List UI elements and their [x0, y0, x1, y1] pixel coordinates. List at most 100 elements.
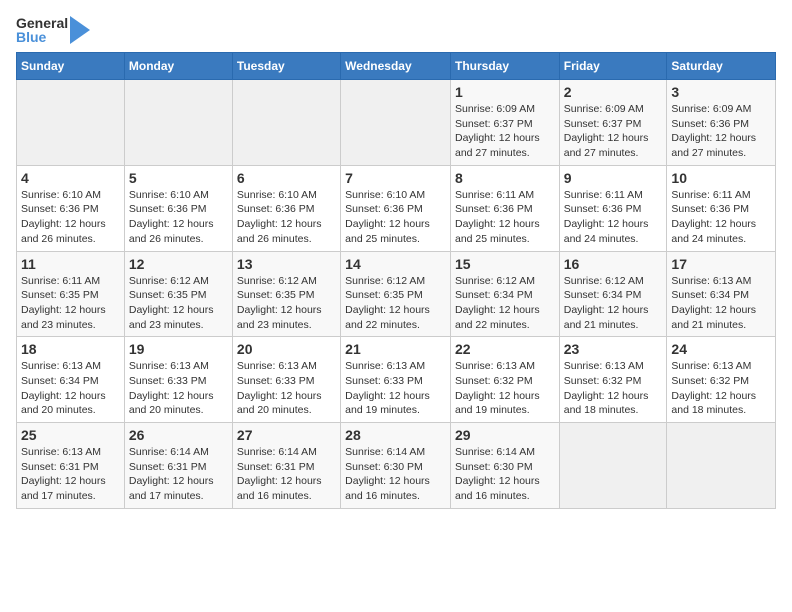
day-number: 7 — [345, 170, 446, 186]
day-info: Sunrise: 6:13 AM Sunset: 6:33 PM Dayligh… — [129, 359, 228, 418]
day-info: Sunrise: 6:11 AM Sunset: 6:36 PM Dayligh… — [455, 188, 555, 247]
day-info: Sunrise: 6:11 AM Sunset: 6:35 PM Dayligh… — [21, 274, 120, 333]
calendar-cell: 22Sunrise: 6:13 AM Sunset: 6:32 PM Dayli… — [450, 337, 559, 423]
calendar-cell: 28 Sunrise: 6:14 AM Sunset: 6:30 PM Dayli… — [341, 423, 451, 509]
calendar-cell: 23Sunrise: 6:13 AM Sunset: 6:32 PM Dayli… — [559, 337, 667, 423]
calendar-cell: 21 Sunrise: 6:13 AM Sunset: 6:33 PM Dayli… — [341, 337, 451, 423]
calendar-table: SundayMondayTuesdayWednesdayThursdayFrid… — [16, 52, 776, 509]
calendar-cell: 19 Sunrise: 6:13 AM Sunset: 6:33 PM Dayli… — [124, 337, 232, 423]
day-info: Sunrise: 6:10 AM Sunset: 6:36 PM Dayligh… — [237, 188, 336, 247]
day-header-wednesday: Wednesday — [341, 53, 451, 80]
day-number: 10 — [671, 170, 771, 186]
day-info: Sunrise: 6:09 AM Sunset: 6:37 PM Dayligh… — [455, 102, 555, 161]
calendar-cell: 8 Sunrise: 6:11 AM Sunset: 6:36 PM Daylig… — [450, 165, 559, 251]
calendar-cell: 4 Sunrise: 6:10 AM Sunset: 6:36 PM Daylig… — [17, 165, 125, 251]
calendar-cell: 6 Sunrise: 6:10 AM Sunset: 6:36 PM Daylig… — [232, 165, 340, 251]
day-number: 11 — [21, 256, 120, 272]
day-header-sunday: Sunday — [17, 53, 125, 80]
day-info: Sunrise: 6:13 AM Sunset: 6:32 PM Dayligh… — [671, 359, 771, 418]
day-number: 9 — [564, 170, 663, 186]
day-info: Sunrise: 6:13 AM Sunset: 6:34 PM Dayligh… — [671, 274, 771, 333]
calendar-cell: 1 Sunrise: 6:09 AM Sunset: 6:37 PM Daylig… — [450, 80, 559, 166]
logo: General Blue — [16, 16, 90, 44]
calendar-cell: 3 Sunrise: 6:09 AM Sunset: 6:36 PM Daylig… — [667, 80, 776, 166]
calendar-cell: 11 Sunrise: 6:11 AM Sunset: 6:35 PM Dayli… — [17, 251, 125, 337]
logo-general: General — [16, 16, 68, 30]
day-info: Sunrise: 6:10 AM Sunset: 6:36 PM Dayligh… — [21, 188, 120, 247]
day-info: Sunrise: 6:12 AM Sunset: 6:35 PM Dayligh… — [345, 274, 446, 333]
calendar-cell: 25 Sunrise: 6:13 AM Sunset: 6:31 PM Dayli… — [17, 423, 125, 509]
calendar-cell: 29 Sunrise: 6:14 AM Sunset: 6:30 PM Dayli… — [450, 423, 559, 509]
day-info: Sunrise: 6:11 AM Sunset: 6:36 PM Dayligh… — [564, 188, 663, 247]
day-number: 1 — [455, 84, 555, 100]
calendar-cell — [17, 80, 125, 166]
day-info: Sunrise: 6:09 AM Sunset: 6:37 PM Dayligh… — [564, 102, 663, 161]
day-info: Sunrise: 6:13 AM Sunset: 6:31 PM Dayligh… — [21, 445, 120, 504]
day-number: 25 — [21, 427, 120, 443]
day-info: Sunrise: 6:11 AM Sunset: 6:36 PM Dayligh… — [671, 188, 771, 247]
calendar-cell — [559, 423, 667, 509]
calendar-header-row: SundayMondayTuesdayWednesdayThursdayFrid… — [17, 53, 776, 80]
day-number: 2 — [564, 84, 663, 100]
day-number: 27 — [237, 427, 336, 443]
day-info: Sunrise: 6:12 AM Sunset: 6:34 PM Dayligh… — [455, 274, 555, 333]
calendar-cell: 14 Sunrise: 6:12 AM Sunset: 6:35 PM Dayli… — [341, 251, 451, 337]
day-number: 13 — [237, 256, 336, 272]
calendar-cell: 18Sunrise: 6:13 AM Sunset: 6:34 PM Dayli… — [17, 337, 125, 423]
day-info: Sunrise: 6:12 AM Sunset: 6:35 PM Dayligh… — [129, 274, 228, 333]
day-info: Sunrise: 6:10 AM Sunset: 6:36 PM Dayligh… — [345, 188, 446, 247]
day-header-monday: Monday — [124, 53, 232, 80]
day-info: Sunrise: 6:12 AM Sunset: 6:35 PM Dayligh… — [237, 274, 336, 333]
calendar-cell — [667, 423, 776, 509]
week-row-4: 18Sunrise: 6:13 AM Sunset: 6:34 PM Dayli… — [17, 337, 776, 423]
day-number: 3 — [671, 84, 771, 100]
calendar-cell: 20 Sunrise: 6:13 AM Sunset: 6:33 PM Dayli… — [232, 337, 340, 423]
logo-text: General Blue — [16, 16, 68, 44]
day-header-saturday: Saturday — [667, 53, 776, 80]
day-number: 16 — [564, 256, 663, 272]
day-number: 4 — [21, 170, 120, 186]
day-header-thursday: Thursday — [450, 53, 559, 80]
week-row-2: 4 Sunrise: 6:10 AM Sunset: 6:36 PM Daylig… — [17, 165, 776, 251]
day-info: Sunrise: 6:13 AM Sunset: 6:33 PM Dayligh… — [237, 359, 336, 418]
day-number: 20 — [237, 341, 336, 357]
day-info: Sunrise: 6:13 AM Sunset: 6:32 PM Dayligh… — [455, 359, 555, 418]
day-number: 28 — [345, 427, 446, 443]
day-number: 21 — [345, 341, 446, 357]
day-number: 6 — [237, 170, 336, 186]
day-info: Sunrise: 6:12 AM Sunset: 6:34 PM Dayligh… — [564, 274, 663, 333]
week-row-1: 1 Sunrise: 6:09 AM Sunset: 6:37 PM Daylig… — [17, 80, 776, 166]
calendar-cell — [341, 80, 451, 166]
day-header-tuesday: Tuesday — [232, 53, 340, 80]
calendar-cell: 10 Sunrise: 6:11 AM Sunset: 6:36 PM Dayli… — [667, 165, 776, 251]
calendar-cell: 24 Sunrise: 6:13 AM Sunset: 6:32 PM Dayli… — [667, 337, 776, 423]
calendar-cell: 26Sunrise: 6:14 AM Sunset: 6:31 PM Dayli… — [124, 423, 232, 509]
day-number: 5 — [129, 170, 228, 186]
calendar-cell: 5 Sunrise: 6:10 AM Sunset: 6:36 PM Daylig… — [124, 165, 232, 251]
day-info: Sunrise: 6:14 AM Sunset: 6:30 PM Dayligh… — [345, 445, 446, 504]
page-header: General Blue — [16, 16, 776, 44]
calendar-cell: 15Sunrise: 6:12 AM Sunset: 6:34 PM Dayli… — [450, 251, 559, 337]
calendar-body: 1 Sunrise: 6:09 AM Sunset: 6:37 PM Daylig… — [17, 80, 776, 509]
day-number: 8 — [455, 170, 555, 186]
day-header-friday: Friday — [559, 53, 667, 80]
calendar-cell: 9 Sunrise: 6:11 AM Sunset: 6:36 PM Daylig… — [559, 165, 667, 251]
day-info: Sunrise: 6:13 AM Sunset: 6:33 PM Dayligh… — [345, 359, 446, 418]
calendar-cell: 12 Sunrise: 6:12 AM Sunset: 6:35 PM Dayli… — [124, 251, 232, 337]
calendar-cell — [124, 80, 232, 166]
day-info: Sunrise: 6:14 AM Sunset: 6:31 PM Dayligh… — [237, 445, 336, 504]
day-number: 24 — [671, 341, 771, 357]
day-info: Sunrise: 6:09 AM Sunset: 6:36 PM Dayligh… — [671, 102, 771, 161]
day-number: 12 — [129, 256, 228, 272]
day-info: Sunrise: 6:10 AM Sunset: 6:36 PM Dayligh… — [129, 188, 228, 247]
day-number: 19 — [129, 341, 228, 357]
calendar-cell: 13 Sunrise: 6:12 AM Sunset: 6:35 PM Dayli… — [232, 251, 340, 337]
day-number: 17 — [671, 256, 771, 272]
day-number: 29 — [455, 427, 555, 443]
week-row-3: 11 Sunrise: 6:11 AM Sunset: 6:35 PM Dayli… — [17, 251, 776, 337]
week-row-5: 25 Sunrise: 6:13 AM Sunset: 6:31 PM Dayli… — [17, 423, 776, 509]
day-info: Sunrise: 6:14 AM Sunset: 6:30 PM Dayligh… — [455, 445, 555, 504]
logo-blue: Blue — [16, 30, 68, 44]
calendar-cell — [232, 80, 340, 166]
day-number: 14 — [345, 256, 446, 272]
